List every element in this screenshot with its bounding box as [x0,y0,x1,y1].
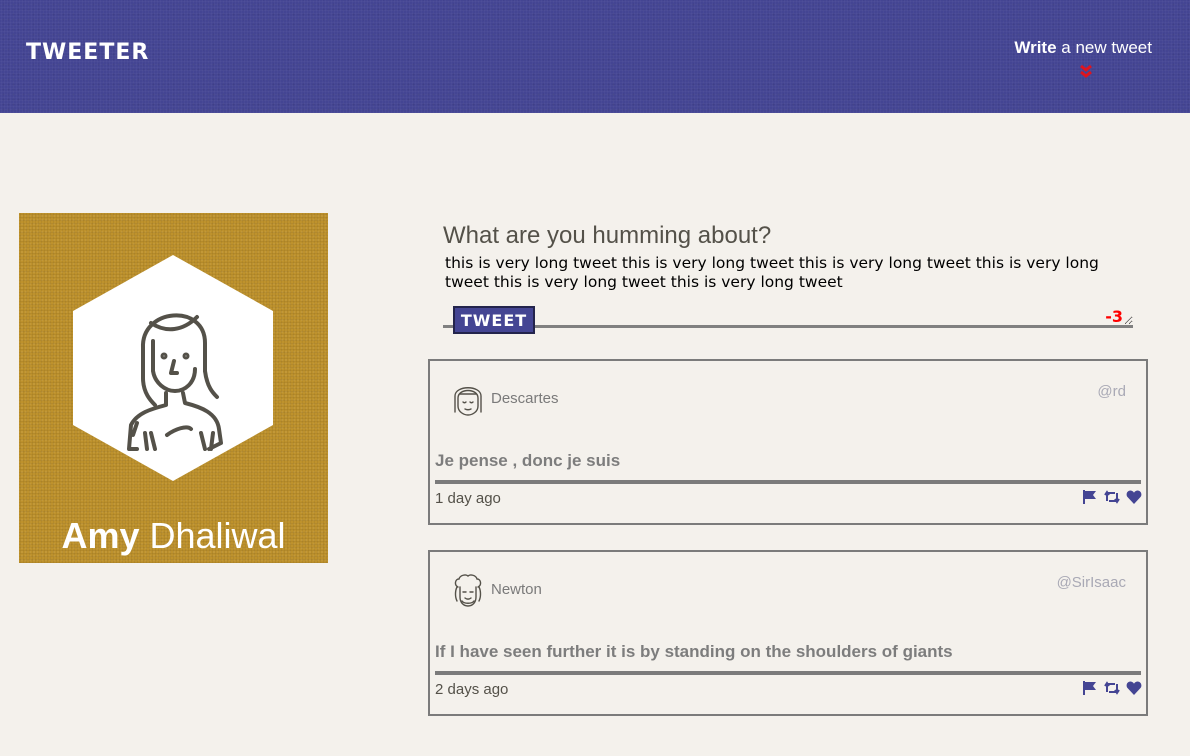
tweet-actions [1082,489,1142,505]
character-counter: -3 [1105,307,1123,326]
tweet-card: Newton @SirIsaac If I have seen further … [428,550,1148,716]
flag-icon[interactable] [1082,489,1098,505]
tweet-author-handle: @rd [1097,383,1126,400]
double-chevron-down-icon[interactable] [1078,64,1094,80]
profile-first-name: Amy [61,515,140,556]
top-nav: TWEETER Write a new tweet [0,0,1190,113]
tweet-author-name: Newton [491,581,542,598]
brand-logo[interactable]: TWEETER [26,40,149,65]
tweet-button[interactable]: TWEET [453,306,535,334]
write-label-bold: Write [1014,38,1057,57]
tweet-divider [435,480,1141,484]
retweet-icon[interactable] [1104,489,1120,505]
tweet-author-name: Descartes [491,390,559,407]
tweet-timestamp: 1 day ago [435,490,501,507]
retweet-icon[interactable] [1104,680,1120,696]
tweet-divider [435,671,1141,675]
heart-icon[interactable] [1126,489,1142,505]
tweet-content: Je pense , donc je suis [435,451,621,470]
profile-card: Amy Dhaliwal [19,213,328,563]
tweet-content: If I have seen further it is by standing… [435,642,953,661]
compose-label: What are you humming about? [443,222,772,249]
newton-avatar-icon [454,574,482,607]
tweet-text-input[interactable]: this is very long tweet this is very lon… [443,254,1133,328]
write-label-rest: a new tweet [1056,38,1152,57]
descartes-avatar-icon [454,387,482,416]
profile-name: Amy Dhaliwal [19,515,328,557]
woman-avatar-icon [73,255,273,481]
flag-icon[interactable] [1082,680,1098,696]
tweet-timestamp: 2 days ago [435,681,509,698]
tweet-author-handle: @SirIsaac [1056,574,1126,591]
profile-last-name: Dhaliwal [139,515,286,556]
heart-icon[interactable] [1126,680,1142,696]
write-new-tweet-toggle[interactable]: Write a new tweet [1014,38,1152,80]
compose-tweet-form: What are you humming about? this is very… [443,222,1133,334]
tweet-card: Descartes @rd Je pense , donc je suis 1 … [428,359,1148,525]
tweet-actions [1082,680,1142,696]
